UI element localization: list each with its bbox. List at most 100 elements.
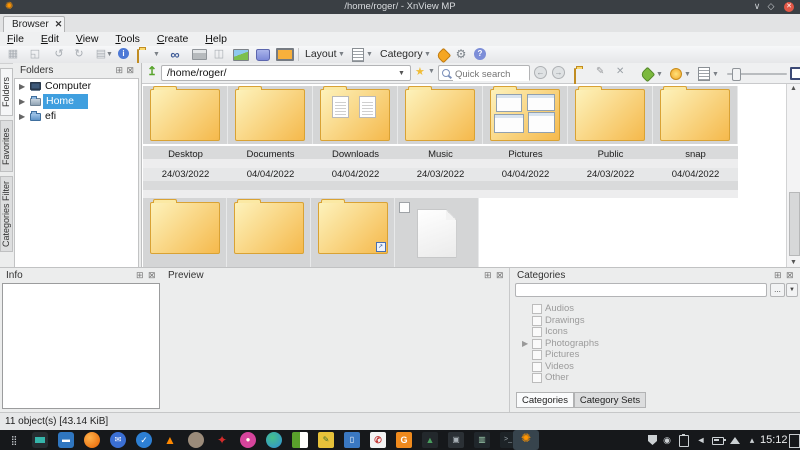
viewmode-icon[interactable] — [352, 48, 364, 62]
sidebar-tab-categories-filter[interactable]: Categories Filter — [0, 176, 13, 252]
view-list-icon[interactable] — [698, 67, 710, 81]
category-caret-icon[interactable]: ▼ — [424, 51, 432, 59]
settings-gear-icon[interactable]: ⚙ — [452, 47, 470, 62]
file-manager-icon[interactable]: ▬ — [58, 432, 74, 448]
hint-icon[interactable] — [670, 68, 682, 80]
tag-caret-icon[interactable]: ▼ — [656, 71, 664, 79]
info-icon[interactable]: i — [118, 48, 129, 59]
category-item-audios[interactable]: Audios — [510, 303, 798, 315]
checkbox[interactable] — [532, 304, 542, 314]
expander-icon[interactable]: ▶ — [19, 79, 25, 94]
layout-button[interactable]: Layout — [305, 47, 337, 62]
quick-search-input[interactable] — [453, 67, 529, 81]
category-item-videos[interactable]: Videos — [510, 361, 798, 373]
document-app-icon[interactable]: ▯ — [344, 432, 360, 448]
scroll-up-icon[interactable]: ▲ — [789, 85, 798, 92]
path-input[interactable] — [161, 65, 411, 81]
app-menu-icon[interactable]: ⣿ — [6, 432, 22, 448]
view-icon[interactable]: ▦ — [4, 47, 22, 62]
check-app-icon[interactable]: ✓ — [136, 432, 152, 448]
expander-icon[interactable]: ▶ — [522, 338, 528, 350]
vlc-icon[interactable]: ▲ — [162, 432, 178, 448]
file-cell-folder-shortcut[interactable]: ↗ — [311, 198, 395, 267]
screenshot-app-icon[interactable]: ▣ — [448, 432, 464, 448]
float-panel-icon[interactable]: ⊞ — [115, 65, 124, 76]
maximize-icon[interactable]: ◇ — [764, 0, 778, 14]
category-item-photographs[interactable]: ▶Photographs — [510, 338, 798, 350]
file-cell-folder[interactable] — [143, 198, 227, 267]
battery-icon[interactable] — [712, 437, 724, 445]
checkbox[interactable] — [532, 327, 542, 337]
checkbox[interactable] — [532, 350, 542, 360]
back-icon[interactable]: ← — [534, 66, 547, 79]
menu-tools[interactable]: Tools — [108, 32, 147, 46]
xnview-active-icon[interactable]: ✺ — [513, 430, 539, 450]
clear-icon[interactable]: ✕ — [616, 66, 624, 77]
scroll-thumb[interactable] — [789, 192, 800, 256]
category-item-icons[interactable]: Icons — [510, 326, 798, 338]
forward-icon[interactable]: → — [552, 66, 565, 79]
up-folder-icon[interactable]: ↥ — [147, 64, 157, 78]
magenta-app-icon[interactable]: ● — [240, 432, 256, 448]
phone-app-icon[interactable]: ✆ — [370, 432, 386, 448]
sidebar-tab-favorites[interactable]: Favorites — [0, 120, 13, 172]
shield-icon[interactable] — [648, 435, 657, 445]
show-desktop-button[interactable] — [789, 434, 800, 448]
hint-caret-icon[interactable]: ▼ — [684, 71, 692, 79]
browse-search-icon[interactable]: ∞ — [166, 47, 184, 62]
rotate-right-icon[interactable]: ↻ — [70, 47, 88, 62]
globe-app-icon[interactable] — [266, 432, 282, 448]
checkbox[interactable] — [532, 339, 542, 349]
favorites-star-icon[interactable]: ★ — [415, 65, 425, 78]
edit-icon[interactable]: ✎ — [596, 66, 604, 77]
tab-browser[interactable]: Browser✕ — [3, 16, 65, 32]
menu-create[interactable]: Create — [150, 32, 196, 46]
network-icon[interactable] — [730, 437, 740, 444]
file-cell-desktop[interactable] — [143, 86, 228, 144]
batch-convert-caret-icon[interactable]: ▼ — [106, 51, 114, 59]
sidebar-tab-folders[interactable]: Folders — [0, 68, 13, 116]
file-cell-pictures[interactable] — [483, 86, 568, 144]
print-icon[interactable] — [192, 49, 207, 60]
category-item-other[interactable]: Other — [510, 372, 798, 384]
tag-icon[interactable] — [640, 67, 656, 83]
tree-item-home[interactable]: ▶ Home — [15, 94, 138, 109]
help-icon[interactable]: ? — [474, 48, 486, 60]
rotate-left-icon[interactable]: ↺ — [50, 47, 68, 62]
category-item-pictures[interactable]: Pictures — [510, 349, 798, 361]
expand-tray-icon[interactable]: ▴ — [745, 430, 759, 450]
firefox-icon[interactable] — [84, 432, 100, 448]
menu-view[interactable]: View — [69, 32, 106, 46]
g-app-icon[interactable]: G — [396, 432, 412, 448]
category-filter-input[interactable] — [515, 283, 767, 297]
fullscreen-icon[interactable]: ◱ — [26, 47, 44, 62]
viewmode-caret-icon[interactable]: ▼ — [366, 51, 374, 59]
volume-icon[interactable]: ◄ — [694, 430, 708, 450]
green-app-icon[interactable] — [292, 432, 308, 448]
menu-file[interactable]: File — [0, 32, 31, 46]
file-cell-public[interactable] — [568, 86, 653, 144]
grid-scrollbar[interactable]: ▲ ▼ — [786, 84, 800, 267]
taskbar-clock[interactable]: 15:12 — [760, 430, 788, 450]
tree-item-efi[interactable]: ▶ efi — [15, 109, 138, 124]
tab-category-sets[interactable]: Category Sets — [574, 392, 646, 408]
mail-icon[interactable]: ✉ — [110, 432, 126, 448]
category-item-drawings[interactable]: Drawings — [510, 315, 798, 327]
layout-caret-icon[interactable]: ▼ — [338, 51, 346, 59]
menu-help[interactable]: Help — [198, 32, 234, 46]
path-dropdown-icon[interactable]: ▼ — [398, 70, 405, 77]
info-close-icon[interactable]: ⊠ — [148, 270, 157, 281]
slideshow-icon[interactable] — [233, 49, 249, 61]
checkbox[interactable] — [532, 316, 542, 326]
file-cell-blank-file[interactable] — [395, 198, 479, 267]
assign-category-icon[interactable] — [436, 48, 452, 64]
tree-item-computer[interactable]: ▶ Computer — [15, 79, 138, 94]
favorites-caret-icon[interactable]: ▼ — [428, 68, 436, 76]
image-editor-icon[interactable]: ✎ — [318, 432, 334, 448]
file-cell-downloads[interactable] — [313, 86, 398, 144]
batch-rename-icon[interactable] — [256, 49, 270, 61]
checkbox[interactable] — [532, 373, 542, 383]
expander-icon[interactable]: ▶ — [19, 94, 25, 109]
gimp-icon[interactable] — [188, 432, 204, 448]
compare-icon[interactable]: ◫ — [210, 47, 228, 62]
